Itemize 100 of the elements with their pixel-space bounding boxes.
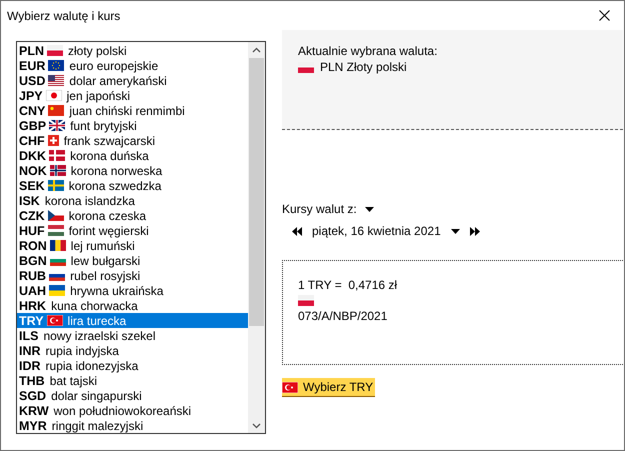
currency-name: korona islandzka <box>44 194 135 208</box>
currency-item[interactable]: GBP funt brytyjski <box>17 118 248 133</box>
currency-item[interactable]: SGD dolar singapurski <box>17 388 248 403</box>
currency-item[interactable]: TRY lira turecka <box>17 313 248 328</box>
currency-item[interactable]: USD dolar amerykański <box>17 73 248 88</box>
flag-icon <box>46 315 63 326</box>
currency-item[interactable]: ISK korona islandzka <box>17 193 248 208</box>
currency-code: RUB <box>19 268 46 282</box>
currency-code: GBP <box>19 118 46 132</box>
current-currency-value: PLN Złoty polski <box>320 60 407 74</box>
currency-code: EUR <box>19 58 46 72</box>
current-currency-label: Aktualnie wybrana waluta: <box>298 44 438 58</box>
currency-code: USD <box>19 74 46 88</box>
flag-icon <box>49 150 66 161</box>
exchange-rate: 1 TRY = 0,4716 zł <box>298 278 398 292</box>
currency-name: lew bułgarski <box>70 254 140 268</box>
currency-code: THB <box>19 374 45 388</box>
currency-item[interactable]: KRW won południowokoreański <box>17 403 248 418</box>
currency-name: bat tajski <box>50 374 98 388</box>
currency-name: lira turecka <box>68 314 126 328</box>
currency-name: forint węgierski <box>68 224 149 238</box>
currency-code: CHF <box>19 134 45 148</box>
currency-name: korona duńska <box>70 148 149 162</box>
currency-name: złoty polski <box>68 44 127 58</box>
currency-item[interactable]: UAH hrywna ukraińska <box>17 283 248 298</box>
currency-item[interactable]: RUB rubel rosyjski <box>17 268 248 283</box>
currency-code: HUF <box>19 224 45 238</box>
scroll-up-icon[interactable] <box>252 46 261 52</box>
flag-icon <box>48 210 64 221</box>
date-dropdown[interactable] <box>450 228 460 234</box>
currency-item[interactable]: THB bat tajski <box>17 373 248 388</box>
flag-icon <box>50 240 66 251</box>
currency-code: ILS <box>19 328 38 342</box>
currency-item[interactable]: EUR euro europejskie <box>17 58 248 73</box>
currency-name: nowy izraelski szekel <box>43 328 156 342</box>
caret-icon <box>450 228 460 234</box>
currency-name: dolar singapurski <box>51 388 142 402</box>
caret-icon <box>364 206 374 212</box>
currency-item[interactable]: INR rupia indyjska <box>17 343 248 358</box>
currency-code: MYR <box>19 418 47 432</box>
currency-item[interactable]: HRK kuna chorwacka <box>17 298 248 313</box>
scrollbar-thumb[interactable] <box>249 58 264 326</box>
currency-item[interactable]: CNY juan chiński renmimbi <box>17 103 248 118</box>
currency-name: korona norweska <box>70 164 162 178</box>
currency-item[interactable]: DKK korona duńska <box>17 148 248 163</box>
currency-code: BGN <box>19 254 47 268</box>
flag-icon <box>49 120 66 131</box>
currency-item[interactable]: MYR ringgit malezyjski <box>17 418 248 433</box>
currency-code: KRW <box>19 404 49 418</box>
select-currency-button[interactable]: Wybierz TRY <box>282 378 376 397</box>
currency-code: ISK <box>19 194 40 208</box>
currency-name: rubel rosyjski <box>70 268 140 282</box>
flag-icon <box>48 105 64 116</box>
currency-name: dolar amerykański <box>69 74 167 88</box>
currency-code: HRK <box>19 298 46 312</box>
currency-item[interactable]: JPY jen japoński <box>17 88 248 103</box>
currency-name: won południowokoreański <box>54 404 192 418</box>
currency-code: RON <box>19 238 47 252</box>
flag-icon <box>282 382 298 392</box>
flag-icon <box>46 90 62 101</box>
source-dropdown[interactable] <box>364 206 374 212</box>
currency-name: frank szwajcarski <box>64 134 156 148</box>
scrollbar[interactable] <box>248 42 265 433</box>
flag-icon <box>50 165 66 176</box>
flag-icon <box>48 180 64 191</box>
currency-item[interactable]: ILS nowy izraelski szekel <box>17 328 248 343</box>
rate-table-number: 073/A/NBP/2021 <box>298 309 388 323</box>
flag-icon <box>49 285 66 296</box>
currency-code: CZK <box>19 208 45 222</box>
currency-item[interactable]: IDR rupia idonezyjska <box>17 358 248 373</box>
currency-code: CNY <box>19 104 46 118</box>
currency-code: PLN <box>19 44 44 58</box>
currency-code: IDR <box>19 358 41 372</box>
currency-name: korona szwedzka <box>68 178 162 192</box>
currency-code: JPY <box>19 88 43 102</box>
currency-item[interactable]: RON lej rumuński <box>17 238 248 253</box>
flag-icon <box>48 225 64 236</box>
close-icon[interactable] <box>598 10 610 21</box>
currency-item[interactable]: CZK korona czeska <box>17 208 248 223</box>
currency-name: jen japoński <box>66 88 130 102</box>
currency-item[interactable]: NOK korona norweska <box>17 163 248 178</box>
currency-name: korona czeska <box>68 208 146 222</box>
previous-date-button[interactable] <box>292 226 302 236</box>
currency-name: ringgit malezyjski <box>52 418 144 432</box>
currency-code: NOK <box>19 164 47 178</box>
next-date-button[interactable] <box>470 226 480 236</box>
currency-name: euro europejskie <box>69 58 158 72</box>
flag-icon <box>47 45 63 56</box>
date-value: piątek, 16 kwietnia 2021 <box>312 224 441 238</box>
currency-item[interactable]: BGN lew bułgarski <box>17 253 248 268</box>
currency-item[interactable]: SEK korona szwedzka <box>17 178 248 193</box>
currency-code: SEK <box>19 178 45 192</box>
currency-item[interactable]: PLN złoty polski <box>17 43 248 58</box>
scroll-down-icon[interactable] <box>252 422 261 428</box>
currency-item[interactable]: CHF frank szwajcarski <box>17 133 248 148</box>
currency-name: rupia indyjska <box>46 344 119 358</box>
currency-code: SGD <box>19 388 46 402</box>
flag-icon <box>48 135 59 146</box>
flag-icon <box>298 295 314 306</box>
currency-item[interactable]: HUF forint węgierski <box>17 223 248 238</box>
